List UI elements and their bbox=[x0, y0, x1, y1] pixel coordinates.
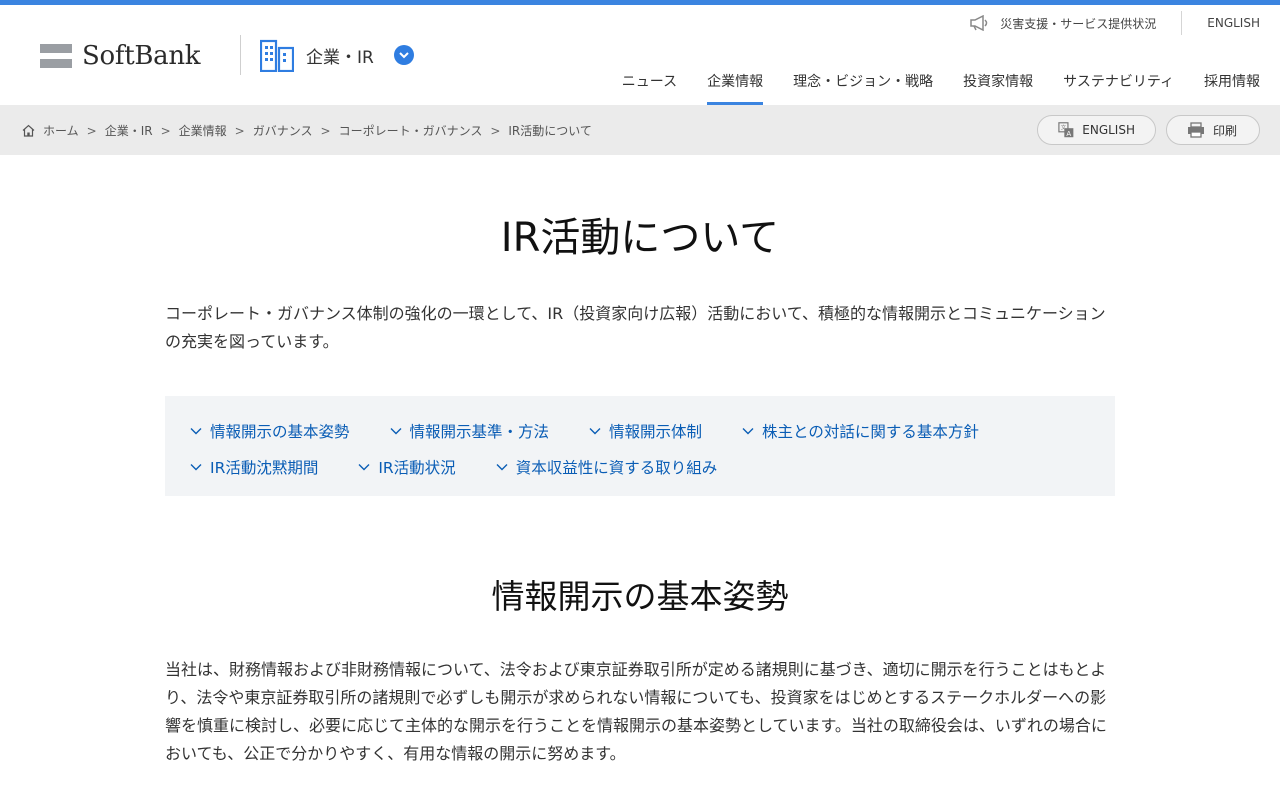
breadcrumb-home[interactable]: ホーム bbox=[43, 122, 79, 139]
anchor-label: 情報開示基準・方法 bbox=[409, 423, 550, 441]
english-link[interactable]: ENGLISH bbox=[1207, 16, 1260, 30]
anchor-ir-activities[interactable]: IR活動状況 bbox=[358, 456, 456, 478]
chevron-down-icon bbox=[190, 428, 202, 435]
print-button[interactable]: 印刷 bbox=[1166, 115, 1260, 145]
softbank-logo[interactable]: SoftBank bbox=[40, 41, 201, 71]
chevron-down-icon bbox=[589, 428, 601, 435]
translate-icon: A 文 bbox=[1058, 122, 1074, 138]
breadcrumb-corporate-info[interactable]: 企業情報 bbox=[179, 122, 227, 139]
anchor-label: 資本収益性に資する取り組み bbox=[515, 459, 718, 477]
anchor-capital-efficiency[interactable]: 資本収益性に資する取り組み bbox=[496, 456, 718, 478]
disaster-support-label: 災害支援・サービス提供状況 bbox=[1000, 16, 1157, 31]
svg-text:文: 文 bbox=[1061, 124, 1067, 132]
disaster-support-link[interactable]: 災害支援・サービス提供状況 bbox=[970, 15, 1156, 32]
section-switcher[interactable]: 企業・IR bbox=[260, 38, 414, 72]
chevron-down-icon bbox=[358, 464, 370, 471]
section-body: 当社は、財務情報および非財務情報について、法令および東京証券取引所が定める諸規則… bbox=[165, 660, 1107, 763]
home-icon bbox=[22, 124, 35, 137]
anchor-label: 株主との対話に関する基本方針 bbox=[762, 423, 979, 441]
nav-corporate-info[interactable]: 企業情報 bbox=[707, 71, 764, 105]
english-button-label: ENGLISH bbox=[1082, 123, 1135, 137]
anchor-links-box: 情報開示の基本姿勢 情報開示基準・方法 情報開示体制 株主との対話に関する基本方… bbox=[165, 396, 1115, 496]
breadcrumb: ホーム > 企業・IR > 企業情報 > ガバナンス > コーポレート・ガバナン… bbox=[22, 122, 592, 139]
printer-icon bbox=[1188, 122, 1204, 138]
util-divider bbox=[1181, 11, 1183, 35]
page-actions: A 文 ENGLISH 印刷 bbox=[1037, 115, 1260, 145]
section-title: 情報開示の基本姿勢 bbox=[491, 577, 789, 616]
main-nav: ニュース 企業情報 理念・ビジョン・戦略 投資家情報 サステナビリティ 採用情報 bbox=[622, 71, 1260, 105]
breadcrumb-separator: > bbox=[234, 123, 245, 138]
print-button-label: 印刷 bbox=[1213, 123, 1238, 138]
nav-vision-strategy[interactable]: 理念・ビジョン・戦略 bbox=[793, 71, 933, 101]
logo-text: SoftBank bbox=[82, 41, 201, 71]
chevron-down-icon[interactable] bbox=[393, 45, 414, 65]
breadcrumb-corporate-governance[interactable]: コーポレート・ガバナンス bbox=[339, 122, 483, 139]
megaphone-icon bbox=[970, 15, 988, 31]
breadcrumb-separator: > bbox=[490, 123, 501, 138]
anchor-disclosure-criteria[interactable]: 情報開示基準・方法 bbox=[390, 420, 550, 442]
anchor-row: IR活動沈黙期間 IR活動状況 資本収益性に資する取り組み bbox=[190, 449, 1090, 485]
site-header: SoftBank 企業・IR 災害支援・サービス提供状況 ENGLISH ニュー… bbox=[0, 5, 1280, 105]
anchor-label: 情報開示体制 bbox=[609, 423, 703, 441]
anchor-label: IR活動状況 bbox=[378, 459, 456, 477]
breadcrumb-corporate-ir[interactable]: 企業・IR bbox=[105, 122, 153, 139]
chevron-down-icon bbox=[742, 428, 754, 435]
english-label: ENGLISH bbox=[1207, 16, 1260, 30]
page-title: IR活動について bbox=[500, 215, 780, 261]
breadcrumb-governance[interactable]: ガバナンス bbox=[253, 122, 313, 139]
building-icon bbox=[260, 39, 294, 72]
svg-text:A: A bbox=[1066, 129, 1071, 138]
anchor-row: 情報開示の基本姿勢 情報開示基準・方法 情報開示体制 株主との対話に関する基本方… bbox=[190, 413, 1090, 449]
anchor-shareholder-dialogue[interactable]: 株主との対話に関する基本方針 bbox=[742, 420, 979, 442]
anchor-quiet-period[interactable]: IR活動沈黙期間 bbox=[190, 456, 318, 478]
breadcrumb-bar: ホーム > 企業・IR > 企業情報 > ガバナンス > コーポレート・ガバナン… bbox=[0, 105, 1280, 155]
chevron-down-icon bbox=[496, 464, 508, 471]
logo-mark bbox=[40, 44, 72, 68]
nav-news[interactable]: ニュース bbox=[622, 71, 677, 101]
lead-paragraph: コーポレート・ガバナンス体制の強化の一環として、IR（投資家向け広報）活動におい… bbox=[165, 304, 1106, 351]
chevron-down-icon bbox=[390, 428, 402, 435]
breadcrumb-separator: > bbox=[320, 123, 331, 138]
anchor-disclosure-system[interactable]: 情報開示体制 bbox=[589, 420, 702, 442]
breadcrumb-separator: > bbox=[160, 123, 171, 138]
nav-sustainability[interactable]: サステナビリティ bbox=[1063, 71, 1174, 101]
chevron-down-icon bbox=[190, 464, 202, 471]
anchor-label: IR活動沈黙期間 bbox=[210, 459, 319, 477]
english-button[interactable]: A 文 ENGLISH bbox=[1037, 115, 1156, 145]
nav-careers[interactable]: 採用情報 bbox=[1204, 71, 1260, 101]
nav-investor-relations[interactable]: 投資家情報 bbox=[963, 71, 1033, 101]
header-divider bbox=[240, 35, 241, 75]
breadcrumb-current: IR活動について bbox=[508, 124, 592, 138]
breadcrumb-separator: > bbox=[86, 123, 97, 138]
anchor-label: 情報開示の基本姿勢 bbox=[210, 423, 350, 441]
utility-nav: 災害支援・サービス提供状況 ENGLISH bbox=[970, 10, 1260, 36]
anchor-disclosure-stance[interactable]: 情報開示の基本姿勢 bbox=[190, 420, 350, 442]
section-label: 企業・IR bbox=[306, 47, 374, 68]
